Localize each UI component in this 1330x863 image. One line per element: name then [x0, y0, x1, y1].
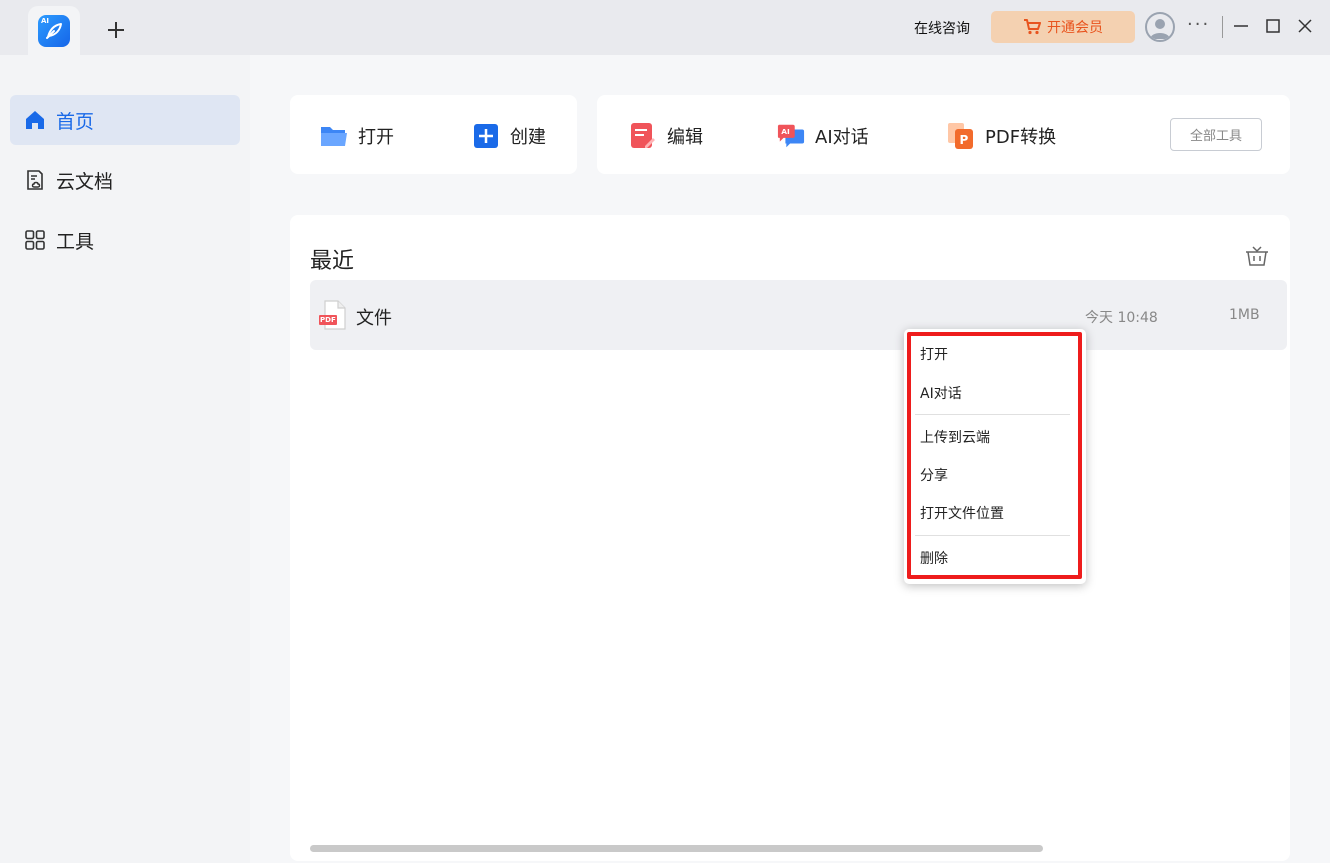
plus-icon — [108, 22, 124, 38]
highlight-outline — [907, 332, 1082, 579]
file-actions-card: 打开 创建 — [290, 95, 577, 174]
pdf-badge: PDF — [320, 315, 336, 324]
app-logo: AI — [38, 14, 70, 47]
context-menu-share[interactable]: 分享 — [920, 462, 1070, 488]
main-content: 打开 创建 编辑 AI AI对话 P PDF转换 全部工具 最近 PDF 文件 … — [250, 55, 1330, 863]
titlebar-divider — [1222, 16, 1223, 38]
online-consult-link[interactable]: 在线咨询 — [914, 18, 970, 38]
app-tab[interactable]: AI — [28, 6, 80, 55]
open-label: 打开 — [358, 127, 394, 148]
pdf-convert-label: PDF转换 — [985, 127, 1057, 148]
sidebar-item-label: 云文档 — [56, 170, 114, 193]
file-modified-time: 今天 10:48 — [1085, 310, 1158, 326]
basket-icon — [1246, 246, 1268, 266]
context-menu-upload-cloud[interactable]: 上传到云端 — [920, 424, 1070, 450]
edit-label: 编辑 — [667, 127, 703, 148]
vip-button-label: 开通会员 — [1047, 20, 1103, 36]
ai-chat-label: AI对话 — [815, 127, 869, 148]
edit-button[interactable]: 编辑 — [629, 122, 703, 150]
file-size: 1MB — [1229, 307, 1260, 323]
folder-icon — [320, 122, 348, 150]
more-menu-button[interactable]: ··· — [1187, 14, 1210, 35]
sidebar-item-home[interactable]: 首页 — [10, 95, 240, 145]
pdf-convert-button[interactable]: P PDF转换 — [947, 122, 1056, 150]
new-tab-button[interactable] — [100, 14, 132, 46]
context-menu-open[interactable]: 打开 — [920, 341, 1070, 367]
close-icon — [1298, 19, 1312, 33]
context-menu-open-location[interactable]: 打开文件位置 — [920, 500, 1070, 526]
cart-icon — [1024, 19, 1041, 35]
recent-panel: 最近 PDF 文件 今天 10:48 1MB — [290, 215, 1290, 861]
minimize-button[interactable] — [1229, 14, 1253, 38]
svg-text:AI: AI — [781, 127, 790, 136]
all-tools-button[interactable]: 全部工具 — [1170, 118, 1262, 151]
context-menu: 打开 AI对话 上传到云端 分享 打开文件位置 删除 — [904, 329, 1086, 584]
horizontal-scrollbar[interactable] — [310, 845, 1043, 852]
sidebar-item-cloud-docs[interactable]: 云文档 — [10, 155, 240, 205]
plus-square-icon — [472, 122, 500, 150]
create-button[interactable]: 创建 — [472, 122, 546, 150]
pdf-convert-icon: P — [947, 122, 975, 150]
app-logo-tag: AI — [41, 16, 50, 25]
table-row[interactable]: PDF 文件 今天 10:48 1MB — [310, 280, 1287, 350]
create-label: 创建 — [510, 127, 546, 148]
sidebar-item-label: 首页 — [56, 110, 95, 133]
home-icon — [24, 109, 46, 131]
file-name: 文件 — [356, 308, 392, 329]
recent-title: 最近 — [310, 249, 355, 274]
open-button[interactable]: 打开 — [320, 122, 394, 150]
title-bar: AI 在线咨询 开通会员 ··· — [0, 0, 1330, 55]
ai-chat-icon: AI — [777, 122, 805, 150]
sidebar-item-tools[interactable]: 工具 — [10, 215, 240, 265]
ai-chat-button[interactable]: AI AI对话 — [777, 122, 869, 150]
edit-doc-icon — [629, 122, 657, 150]
user-icon — [1150, 19, 1170, 39]
context-menu-divider — [915, 414, 1070, 415]
context-menu-delete[interactable]: 删除 — [920, 545, 1070, 571]
user-avatar[interactable] — [1145, 12, 1175, 42]
context-menu-divider — [915, 535, 1070, 536]
sidebar: 首页 云文档 工具 — [0, 55, 250, 863]
pdf-file-icon: PDF — [319, 300, 347, 330]
clear-recent-button[interactable] — [1245, 245, 1269, 267]
cloud-doc-icon — [24, 169, 46, 191]
minimize-icon — [1234, 25, 1248, 27]
svg-text:P: P — [960, 133, 969, 147]
vip-button[interactable]: 开通会员 — [991, 11, 1135, 43]
grid-icon — [24, 229, 46, 251]
close-button[interactable] — [1293, 14, 1317, 38]
maximize-icon — [1266, 19, 1280, 33]
maximize-button[interactable] — [1261, 14, 1285, 38]
context-menu-ai-chat[interactable]: AI对话 — [920, 380, 1070, 406]
sidebar-item-label: 工具 — [56, 230, 95, 253]
tools-card: 编辑 AI AI对话 P PDF转换 全部工具 — [597, 95, 1290, 174]
